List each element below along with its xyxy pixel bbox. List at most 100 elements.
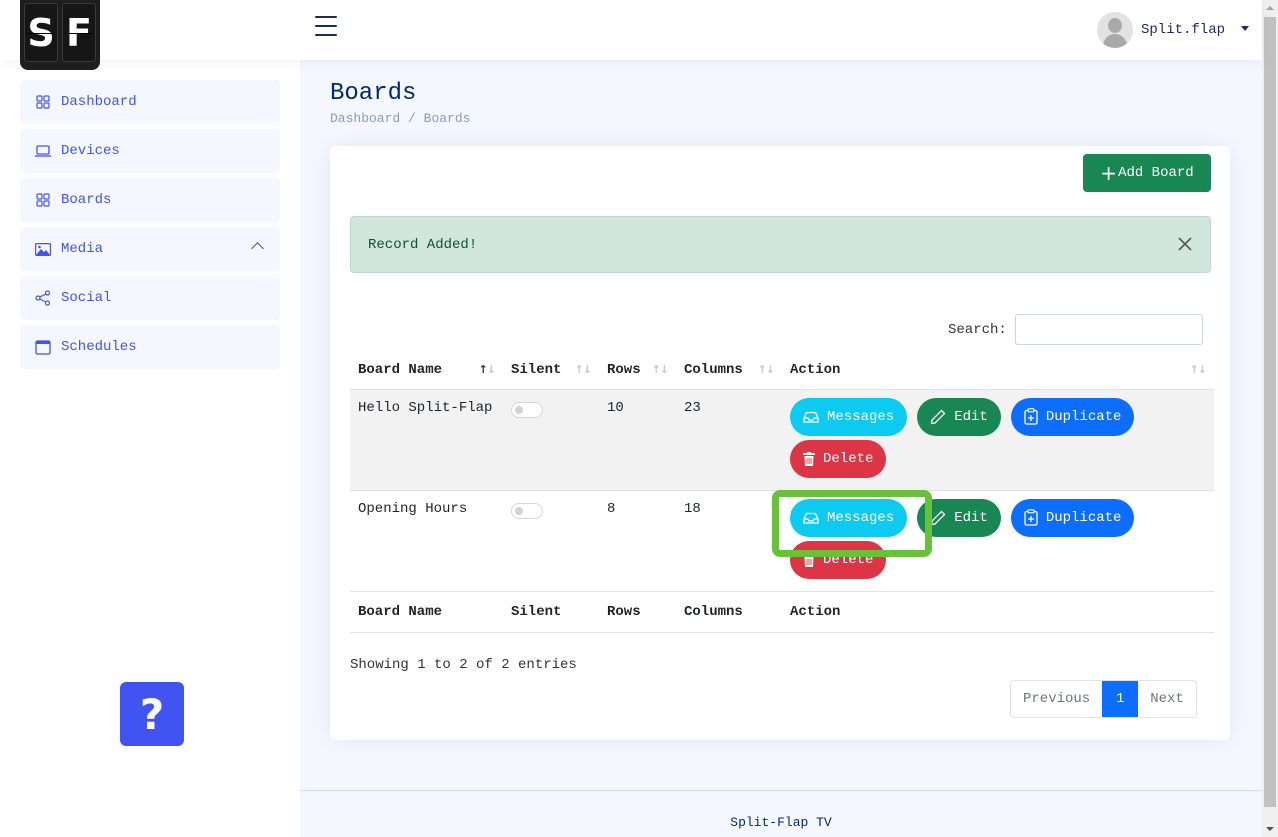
column-header-rows[interactable]: Rows ↑↓ (599, 352, 676, 390)
pencil-icon (930, 409, 946, 424)
column-label: Board Name (358, 362, 443, 379)
column-label: Columns (684, 362, 743, 379)
sidebar-item-label: Devices (61, 143, 120, 159)
duplicate-button[interactable]: Duplicate (1010, 397, 1135, 436)
page-scrollbar[interactable] (1262, 0, 1278, 837)
rows-cell: 10 (599, 389, 676, 490)
button-label: Duplicate (1045, 408, 1122, 425)
success-alert: Record Added! (350, 216, 1211, 273)
sort-icon: ↑↓ (574, 363, 592, 376)
close-icon[interactable] (1176, 235, 1194, 253)
chevron-up-icon[interactable] (251, 242, 264, 255)
column-header-silent[interactable]: Silent ↑↓ (503, 352, 599, 390)
sidebar: Dashboard Devices Boards Media Social Sc… (0, 60, 300, 837)
plus-icon: + (1100, 161, 1118, 185)
help-button[interactable]: ? (120, 682, 184, 746)
silent-toggle[interactable] (511, 401, 543, 418)
pagination: Previous 1 Next (1010, 680, 1197, 718)
trash-icon (803, 552, 815, 567)
logo-flap: F (62, 3, 96, 62)
sidebar-item-dashboard[interactable]: Dashboard (20, 80, 280, 124)
button-label: Messages (827, 509, 895, 526)
column-label: Action (790, 362, 841, 379)
footer-column-columns: Columns (676, 590, 782, 633)
silent-toggle[interactable] (511, 502, 543, 519)
sidebar-item-social[interactable]: Social (20, 276, 280, 320)
columns-cell: 23 (676, 389, 782, 490)
sidebar-item-label: Media (61, 241, 104, 257)
button-label: Delete (823, 450, 874, 467)
menu-toggle-icon[interactable] (315, 16, 337, 36)
breadcrumb: Dashboard / Boards (330, 111, 470, 126)
breadcrumb-dashboard[interactable]: Dashboard (330, 111, 400, 126)
scroll-up-icon[interactable] (1266, 6, 1274, 10)
sidebar-item-label: Schedules (61, 339, 137, 355)
sort-icon: ↑↓ (1189, 363, 1207, 376)
sidebar-item-boards[interactable]: Boards (20, 178, 280, 222)
column-label: Silent (511, 362, 562, 379)
rows-cell: 8 (607, 500, 616, 517)
previous-page-button[interactable]: Previous (1011, 681, 1102, 717)
boards-table: Board Name ↑↓ Silent ↑↓ Rows ↑↓ Columns ↑↓ A… (350, 352, 1214, 633)
edit-button[interactable]: Edit (917, 397, 1001, 436)
footer-column-silent: Silent (503, 590, 599, 633)
delete-button[interactable]: Delete (790, 540, 887, 579)
sort-asc-icon: ↑↓ (478, 363, 496, 376)
add-board-button[interactable]: + Add Board (1083, 154, 1211, 192)
footer-column-board-name: Board Name (350, 590, 503, 633)
scroll-down-icon[interactable] (1266, 827, 1274, 831)
sidebar-item-label: Boards (61, 192, 112, 208)
sidebar-item-media[interactable]: Media (20, 227, 280, 271)
inbox-icon (803, 512, 819, 524)
image-icon (35, 241, 51, 257)
table-info: Showing 1 to 2 of 2 entries (350, 657, 577, 673)
messages-button[interactable]: Messages (790, 397, 908, 436)
footer-text: Split-Flap TV (730, 815, 832, 830)
top-header: Split.flap (0, 0, 1262, 60)
footer: Split-Flap TV (300, 790, 1262, 837)
pencil-icon (930, 510, 946, 525)
column-header-action[interactable]: Action ↑↓ (782, 352, 1214, 390)
delete-button[interactable]: Delete (790, 439, 887, 478)
trash-icon (803, 451, 815, 466)
column-header-board-name[interactable]: Board Name ↑↓ (350, 352, 503, 390)
user-menu[interactable]: Split.flap (1097, 12, 1250, 48)
search-label: Search: (948, 321, 1007, 338)
laptop-icon (35, 143, 51, 159)
sort-icon: ↑↓ (651, 363, 669, 376)
next-page-button[interactable]: Next (1138, 681, 1196, 717)
avatar (1097, 12, 1133, 48)
columns-cell: 18 (684, 500, 701, 517)
duplicate-button[interactable]: Duplicate (1010, 498, 1135, 537)
sidebar-item-label: Social (61, 290, 112, 306)
search-input[interactable] (1014, 314, 1203, 345)
scroll-thumb[interactable] (1264, 17, 1276, 807)
button-label: Edit (954, 408, 988, 425)
page-title: Boards (330, 80, 417, 107)
clipboard-plus-icon (1024, 509, 1038, 526)
alert-message: Record Added! (368, 236, 478, 253)
board-name-cell: Opening Hours (358, 500, 468, 517)
username: Split.flap (1141, 22, 1226, 38)
button-label: Delete (823, 551, 874, 568)
breadcrumb-separator: / (408, 111, 416, 126)
logo[interactable]: S F (20, 0, 100, 70)
sidebar-item-devices[interactable]: Devices (20, 129, 280, 173)
action-cell: Messages Edit Duplicate Delete (782, 490, 1214, 591)
logo-flap: S (24, 3, 58, 62)
caret-down-icon (1241, 25, 1250, 31)
share-icon (35, 290, 51, 306)
sidebar-item-schedules[interactable]: Schedules (20, 325, 280, 369)
footer-column-rows: Rows (599, 590, 676, 633)
column-header-columns[interactable]: Columns ↑↓ (676, 352, 782, 390)
grid-icon (35, 94, 51, 110)
action-cell: Messages Edit Duplicate Delete (782, 389, 1214, 490)
button-label: Edit (954, 509, 988, 526)
messages-button[interactable]: Messages (790, 498, 908, 537)
grid-icon (35, 192, 51, 208)
edit-button[interactable]: Edit (917, 498, 1001, 537)
page-1-button[interactable]: 1 (1102, 681, 1139, 717)
add-board-label: Add Board (1118, 165, 1194, 181)
breadcrumb-boards: Boards (423, 111, 471, 126)
sidebar-item-label: Dashboard (61, 94, 137, 110)
